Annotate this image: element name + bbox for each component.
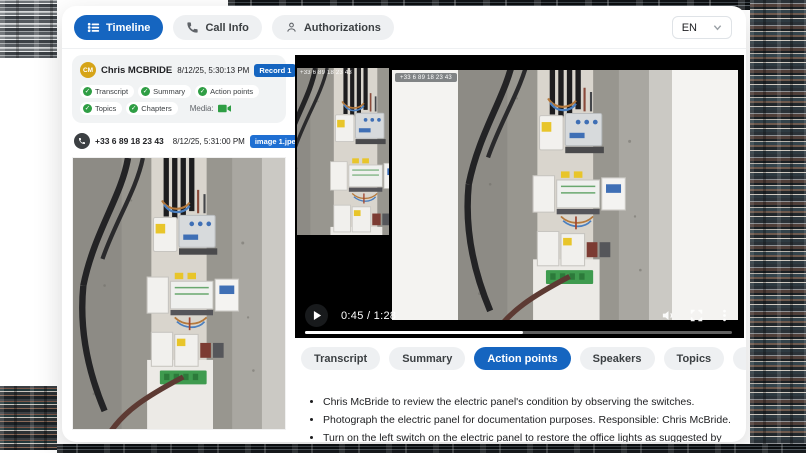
- chip-transcript[interactable]: Transcript: [80, 85, 135, 98]
- app-window: Timeline Call Info Authorizations EN CM …: [62, 6, 746, 442]
- check-icon: [129, 104, 139, 113]
- phone-icon: [187, 22, 199, 33]
- glitch-decoration-bottom: [57, 444, 806, 453]
- media-indicator: Media:: [190, 104, 231, 113]
- tab-label: Authorizations: [303, 21, 381, 34]
- chip-topics[interactable]: Topics: [80, 102, 123, 115]
- caller-id-overlay: +33 6 89 18 23 43: [300, 70, 352, 76]
- chip-label: Transcript: [95, 87, 129, 96]
- phone-icon: [79, 138, 85, 144]
- record-badge: Record 1: [254, 63, 297, 77]
- chip-action-points[interactable]: Action points: [195, 85, 260, 98]
- chip-label: Action points: [210, 87, 254, 96]
- chip-chapters[interactable]: Chapters: [126, 102, 178, 115]
- chevron-down-icon: [713, 25, 722, 31]
- chip-summary[interactable]: Summary: [138, 85, 192, 98]
- video-controls: 0:45 / 1:28: [305, 304, 732, 327]
- video-progress-played: [305, 331, 523, 334]
- record-feature-chips: Transcript Summary Action points Topics …: [80, 85, 278, 115]
- detail-panel: +33 6 89 18 23 43 +33 6 89 18 23 43 0:45…: [295, 55, 746, 442]
- check-icon: [83, 87, 92, 96]
- chip-label: Topics: [95, 104, 117, 113]
- tab-topics[interactable]: Topics: [663, 347, 725, 370]
- electric-panel-photo: [458, 70, 673, 320]
- video-camera-icon: [217, 104, 231, 113]
- app-header: Timeline Call Info Authorizations EN: [62, 6, 746, 49]
- action-point-item: Turn on the left switch on the electric …: [323, 431, 744, 443]
- playback-time: 0:45 / 1:28: [341, 309, 397, 322]
- participant-label: +33 6 89 18 23 43: [395, 73, 457, 82]
- video-feed-large: +33 6 89 18 23 43: [392, 70, 738, 320]
- play-icon: [313, 311, 321, 320]
- app-body: CM Chris MCBRIDE 8/12/25, 5:30:13 PM Rec…: [62, 49, 746, 442]
- timeline-panel: CM Chris MCBRIDE 8/12/25, 5:30:13 PM Rec…: [72, 55, 306, 442]
- language-selector[interactable]: EN: [671, 16, 732, 39]
- caller-phone-number: +33 6 89 18 23 43: [95, 136, 164, 146]
- volume-button[interactable]: [661, 308, 676, 323]
- timeline-icon: [87, 22, 100, 33]
- tab-timeline[interactable]: Timeline: [74, 15, 164, 40]
- record-entry[interactable]: CM Chris MCBRIDE 8/12/25, 5:30:13 PM Rec…: [72, 55, 297, 123]
- chip-label: Chapters: [141, 104, 172, 113]
- glitch-decoration-right: [750, 0, 806, 444]
- more-options-button[interactable]: [717, 308, 732, 323]
- content-tabs: Transcript Summary Action points Speaker…: [301, 347, 746, 370]
- kebab-menu-icon: [723, 309, 726, 322]
- volume-icon: [662, 311, 673, 320]
- check-icon: [141, 87, 151, 96]
- tab-transcript[interactable]: Transcript: [301, 347, 381, 370]
- electric-panel-photo[interactable]: [72, 157, 286, 430]
- video-progress-bar[interactable]: [305, 331, 732, 334]
- video-player[interactable]: +33 6 89 18 23 43 +33 6 89 18 23 43 0:45…: [295, 55, 744, 338]
- tab-summary[interactable]: Summary: [389, 347, 466, 370]
- tab-call-info[interactable]: Call Info: [173, 15, 262, 40]
- action-points-list: Chris McBride to review the electric pan…: [305, 395, 744, 442]
- tab-speakers[interactable]: Speakers: [579, 347, 655, 370]
- fullscreen-button[interactable]: [689, 308, 704, 323]
- person-icon: [287, 22, 296, 32]
- glitch-decoration-bottom-left: [0, 386, 57, 450]
- tab-chapters[interactable]: Chapters: [733, 347, 746, 370]
- record-entry-header: CM Chris MCBRIDE 8/12/25, 5:30:13 PM Rec…: [80, 62, 297, 78]
- chip-label: Summary: [153, 87, 186, 96]
- avatar: CM: [80, 62, 96, 78]
- action-point-item: Photograph the electric panel for docume…: [323, 413, 744, 429]
- fullscreen-icon: [690, 309, 703, 322]
- page: Timeline Call Info Authorizations EN CM …: [0, 0, 806, 453]
- check-icon: [83, 104, 92, 113]
- glitch-decoration-top-left: [0, 0, 57, 58]
- caller-avatar: [74, 133, 90, 149]
- image-entry-timestamp: 8/12/25, 5:31:00 PM: [172, 136, 245, 146]
- caller-name: Chris MCBRIDE: [101, 64, 173, 76]
- media-label: Media:: [189, 104, 214, 113]
- tab-label: Call Info: [205, 21, 249, 34]
- video-feed-small: +33 6 89 18 23 43: [297, 68, 389, 235]
- record-timestamp: 8/12/25, 5:30:13 PM: [177, 65, 250, 75]
- action-point-item: Chris McBride to review the electric pan…: [323, 395, 744, 411]
- tab-action-points[interactable]: Action points: [474, 347, 571, 370]
- language-value: EN: [681, 21, 697, 34]
- check-icon: [198, 87, 208, 96]
- image-entry[interactable]: +33 6 89 18 23 43 8/12/25, 5:31:00 PM im…: [74, 133, 306, 149]
- tab-label: Timeline: [106, 21, 151, 34]
- tab-authorizations[interactable]: Authorizations: [271, 15, 394, 40]
- play-button[interactable]: [305, 304, 328, 327]
